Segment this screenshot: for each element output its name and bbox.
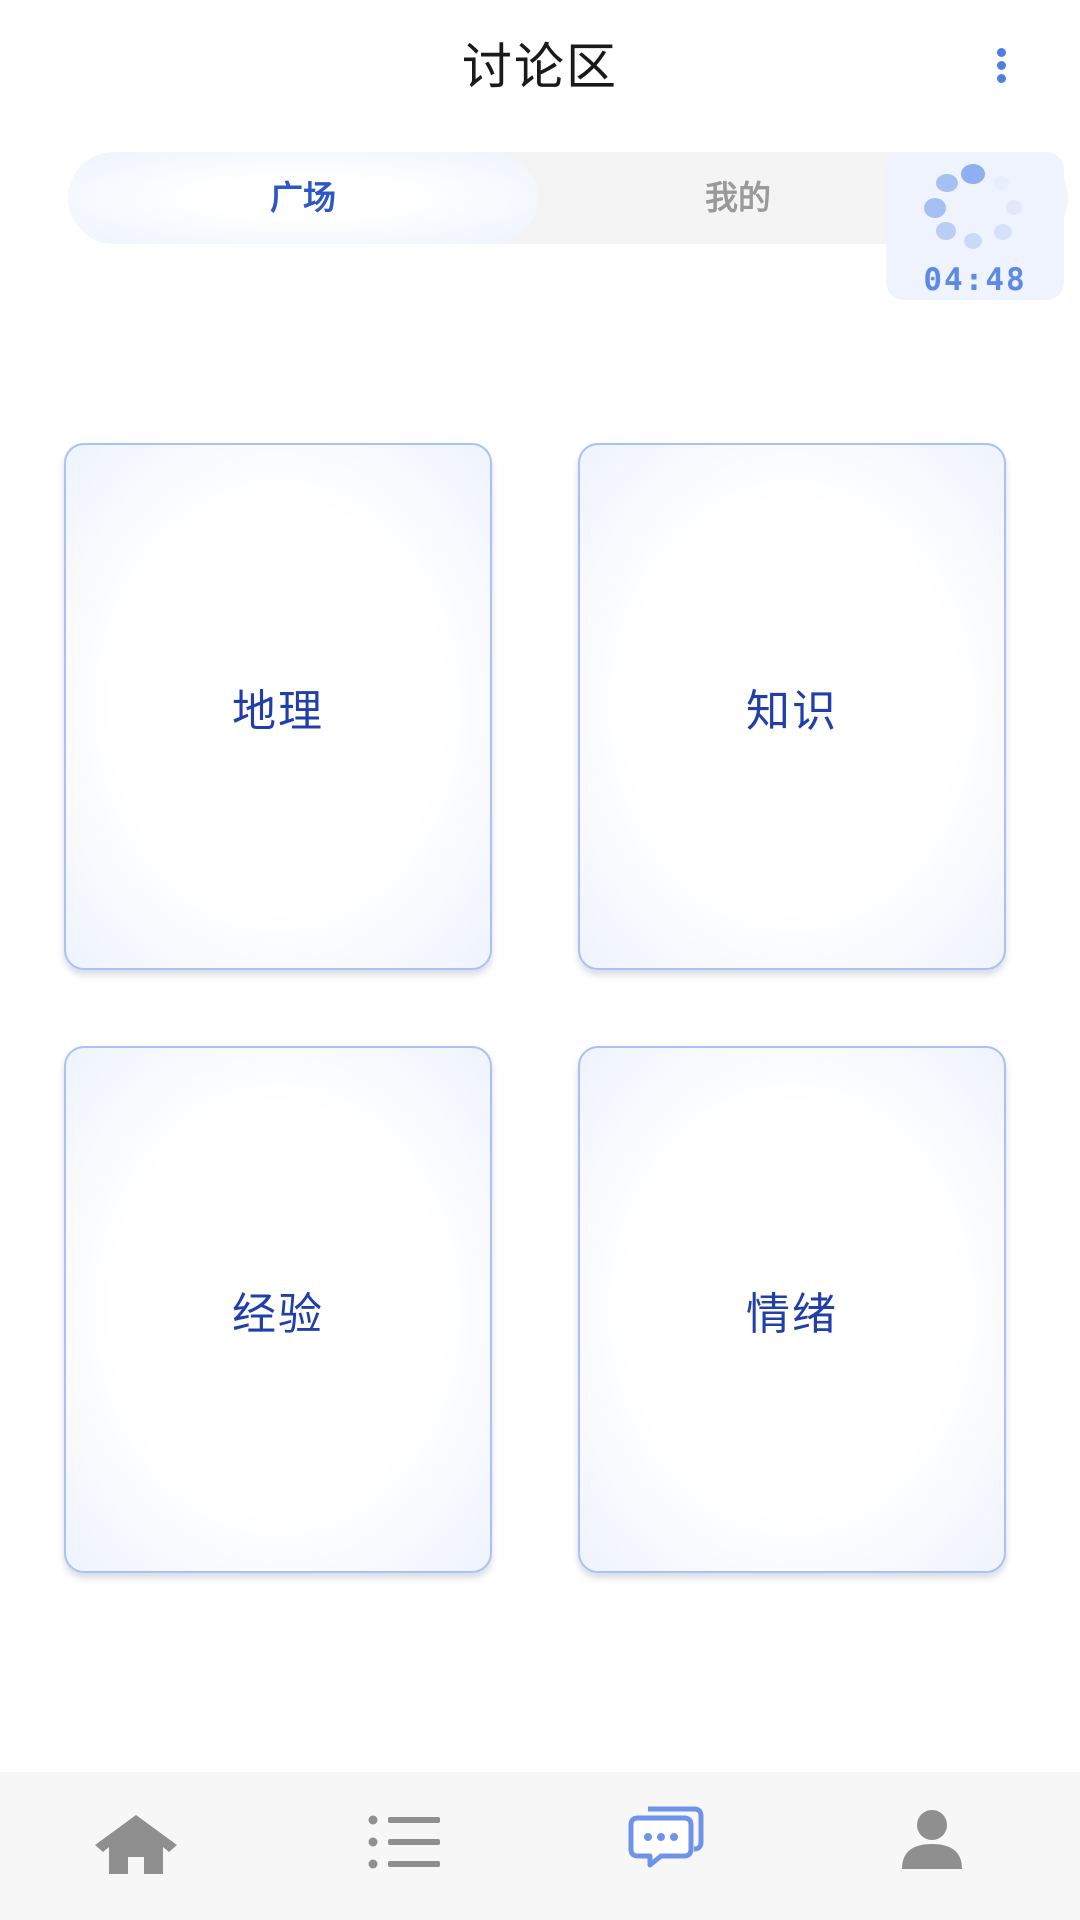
- nav-discussion[interactable]: [540, 1772, 810, 1920]
- profile-icon: [902, 1810, 962, 1869]
- category-card-experience[interactable]: 经验: [64, 1046, 492, 1573]
- card-label: 情绪: [746, 1288, 838, 1340]
- header: 讨论区: [0, 0, 1080, 130]
- more-vertical-icon-dot: [997, 61, 1006, 70]
- card-label: 地理: [232, 685, 324, 737]
- nav-profile[interactable]: [810, 1772, 1080, 1920]
- timer-value: 04:48: [923, 262, 1027, 298]
- more-vertical-icon: [997, 48, 1006, 57]
- more-options-button[interactable]: [986, 46, 1016, 86]
- nav-list[interactable]: [270, 1772, 540, 1920]
- tab-plaza[interactable]: 广场: [68, 152, 538, 244]
- home-icon: [95, 1815, 177, 1874]
- card-label: 知识: [746, 685, 838, 737]
- list-icon: [368, 1815, 440, 1869]
- chat-icon: [628, 1806, 704, 1868]
- category-card-emotion[interactable]: 情绪: [578, 1046, 1006, 1573]
- countdown-timer[interactable]: 04:48: [886, 152, 1064, 300]
- category-card-knowledge[interactable]: 知识: [578, 443, 1006, 970]
- nav-home[interactable]: [0, 1772, 270, 1920]
- page-title: 讨论区: [462, 38, 618, 96]
- category-card-geography[interactable]: 地理: [64, 443, 492, 970]
- card-label: 经验: [232, 1288, 324, 1340]
- more-vertical-icon-dot: [997, 74, 1006, 83]
- tab-mine[interactable]: 我的: [628, 152, 848, 244]
- bottom-navigation: [0, 1772, 1080, 1920]
